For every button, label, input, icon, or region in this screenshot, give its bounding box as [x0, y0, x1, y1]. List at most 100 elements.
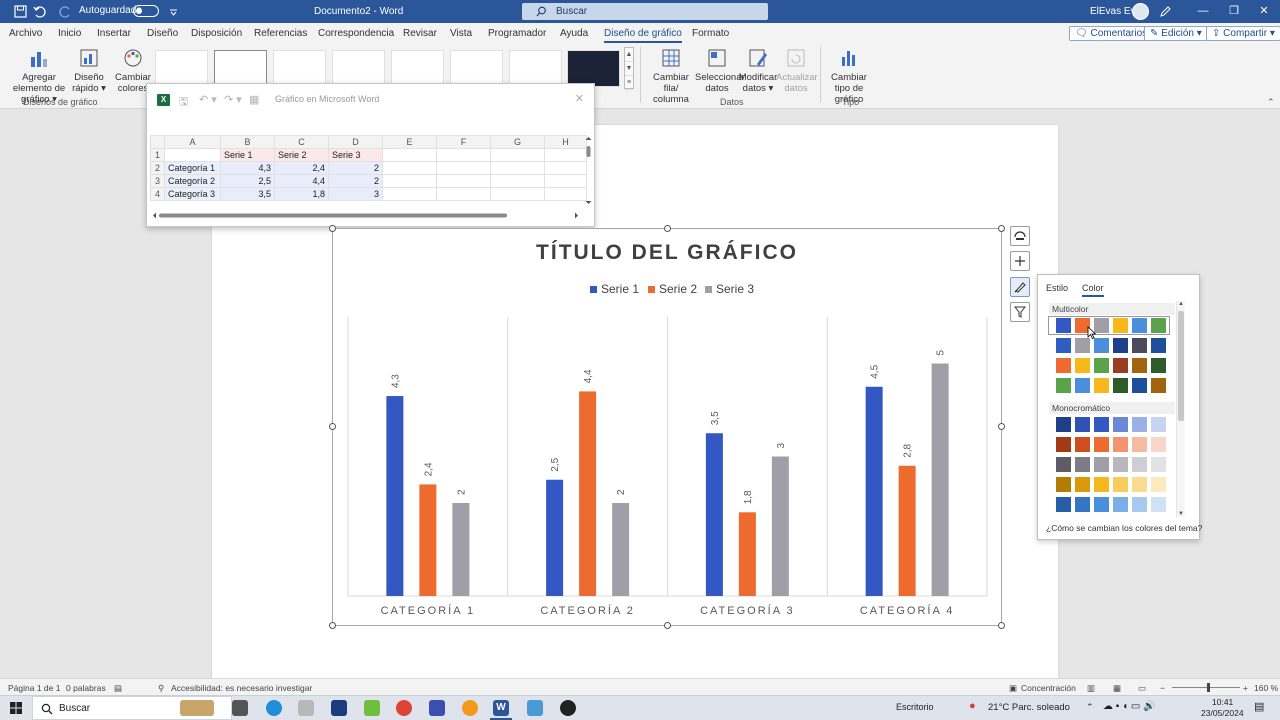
color-swatch[interactable] — [1094, 477, 1109, 492]
cell[interactable]: Serie 2 — [274, 148, 329, 162]
select-data-button[interactable]: Seleccionar datos — [695, 47, 745, 94]
row-header[interactable]: 3 — [150, 174, 165, 188]
color-swatch[interactable] — [1056, 318, 1071, 333]
cell[interactable] — [544, 187, 587, 201]
cell[interactable] — [544, 148, 587, 162]
app-icon[interactable] — [364, 700, 380, 716]
color-swatch[interactable] — [1094, 437, 1109, 452]
word-icon[interactable]: W — [493, 700, 509, 716]
clock-date[interactable]: 23/05/2024 — [1201, 708, 1244, 718]
color-swatch[interactable] — [1151, 378, 1166, 393]
resize-handle-nw[interactable] — [329, 225, 336, 232]
edit-data-button[interactable]: Modificar datos ▾ — [737, 47, 779, 94]
excel-vertical-scrollbar[interactable] — [584, 135, 593, 207]
excel-horizontal-scrollbar[interactable] — [151, 211, 581, 220]
layout-options-button[interactable] — [1010, 226, 1030, 246]
cell[interactable] — [436, 161, 491, 175]
color-swatch[interactable] — [1075, 417, 1090, 432]
color-swatch[interactable] — [1094, 497, 1109, 512]
notifications-icon[interactable]: ▤ — [1254, 700, 1264, 713]
cell[interactable]: 1,8 — [274, 187, 329, 201]
bar[interactable] — [865, 386, 883, 596]
resize-handle-sw[interactable] — [329, 622, 336, 629]
tab-referencias[interactable]: Referencias — [254, 28, 307, 39]
color-swatch[interactable] — [1075, 437, 1090, 452]
color-swatch[interactable] — [1056, 457, 1071, 472]
avatar[interactable] — [1132, 3, 1149, 20]
excel-close-icon[interactable]: ✕ — [575, 92, 584, 105]
color-swatch[interactable] — [1113, 457, 1128, 472]
cell[interactable]: Serie 1 — [220, 148, 275, 162]
cell[interactable] — [382, 161, 437, 175]
cell[interactable] — [490, 161, 545, 175]
zoom-slider-thumb[interactable] — [1207, 683, 1210, 692]
chart-styles-panel[interactable]: Estilo Color Multicolor Monocromático ▲ … — [1037, 274, 1202, 540]
resize-handle-n[interactable] — [664, 225, 671, 232]
theme-colors-help-link[interactable]: ¿Cómo se cambian los colores del tema? — [1046, 523, 1202, 533]
windows-start-icon[interactable] — [10, 702, 22, 714]
tab-ayuda[interactable]: Ayuda — [560, 28, 588, 39]
restore-button[interactable]: ❐ — [1226, 3, 1242, 19]
zoom-out-icon[interactable]: − — [1160, 683, 1165, 693]
color-swatch[interactable] — [1113, 338, 1128, 353]
cell[interactable]: Categoría 1 — [164, 161, 221, 175]
chart-object[interactable]: TÍTULO DEL GRÁFICO Serie 1 Serie 2 Serie… — [332, 228, 1002, 626]
column-header[interactable]: E — [382, 135, 437, 149]
bar[interactable] — [452, 503, 470, 596]
cell[interactable]: Categoría 3 — [164, 187, 221, 201]
column-header[interactable]: A — [164, 135, 221, 149]
cell[interactable] — [436, 174, 491, 188]
color-palette-row[interactable] — [1050, 417, 1168, 432]
color-swatch[interactable] — [1113, 417, 1128, 432]
cell[interactable]: 2 — [328, 161, 383, 175]
resize-handle-e[interactable] — [998, 423, 1005, 430]
row-header[interactable]: 1 — [150, 148, 165, 162]
cell[interactable] — [382, 187, 437, 201]
tab-inicio[interactable]: Inicio — [58, 28, 81, 39]
chart-elements-button[interactable] — [1010, 251, 1030, 271]
cell[interactable]: 2,5 — [220, 174, 275, 188]
color-swatch[interactable] — [1056, 417, 1071, 432]
tab-diseno[interactable]: Diseño — [147, 28, 178, 39]
resize-handle-s[interactable] — [664, 622, 671, 629]
app-icon[interactable] — [527, 700, 543, 716]
color-palette-row[interactable] — [1050, 437, 1168, 452]
cell[interactable]: Categoría 2 — [164, 174, 221, 188]
cell[interactable]: 2 — [328, 174, 383, 188]
zoom-level[interactable]: 160 % — [1254, 683, 1278, 693]
spreadsheet-grid[interactable]: A B C D E F G H 1 Serie 1 Serie 2 Serie … — [150, 135, 587, 201]
color-swatch[interactable] — [1151, 477, 1166, 492]
tray-overflow-icon[interactable]: ⌃ — [1086, 702, 1094, 713]
switch-row-column-button[interactable]: Cambiar fila/ columna — [646, 47, 696, 105]
color-swatch[interactable] — [1094, 338, 1109, 353]
gallery-up-icon[interactable]: ▲ — [625, 48, 633, 62]
color-swatch[interactable] — [1132, 437, 1147, 452]
cell[interactable]: 4,4 — [274, 174, 329, 188]
color-swatch[interactable] — [1056, 378, 1071, 393]
app-icon[interactable] — [429, 700, 445, 716]
color-swatch[interactable] — [1132, 477, 1147, 492]
corner-cell[interactable] — [150, 135, 165, 149]
comments-button[interactable]: 🗨 Comentarios — [1069, 26, 1154, 41]
word-count[interactable]: 0 palabras — [66, 683, 106, 693]
page-count[interactable]: Página 1 de 1 — [8, 683, 60, 693]
color-swatch[interactable] — [1075, 378, 1090, 393]
color-swatch[interactable] — [1151, 358, 1166, 373]
cell[interactable]: Serie 3 — [328, 148, 383, 162]
tab-estilo[interactable]: Estilo — [1046, 283, 1068, 293]
gallery-more-icon[interactable]: ≡ — [625, 76, 633, 90]
column-header[interactable]: F — [436, 135, 491, 149]
cell[interactable]: 3,5 — [220, 187, 275, 201]
color-swatch[interactable] — [1094, 457, 1109, 472]
color-swatch[interactable] — [1132, 378, 1147, 393]
tab-disposicion[interactable]: Disposición — [191, 28, 242, 39]
accessibility-status[interactable]: Accesibilidad: es necesario investigar — [171, 683, 312, 693]
chart-style-5[interactable] — [391, 50, 444, 87]
tab-insertar[interactable]: Insertar — [97, 28, 131, 39]
bar[interactable] — [579, 391, 597, 596]
color-swatch[interactable] — [1132, 318, 1147, 333]
bar[interactable] — [546, 479, 564, 596]
bar[interactable] — [386, 396, 404, 596]
close-button[interactable]: ✕ — [1256, 3, 1272, 19]
gallery-down-icon[interactable]: ▼ — [625, 62, 633, 76]
